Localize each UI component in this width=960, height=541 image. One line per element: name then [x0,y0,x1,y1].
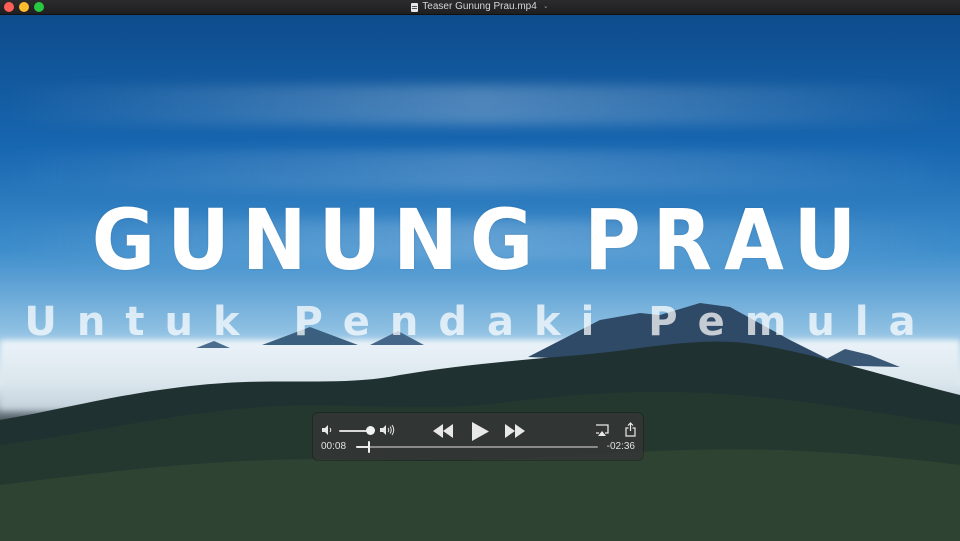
fast-forward-icon [505,424,525,438]
airplay-button[interactable] [595,424,609,437]
timeline-playhead[interactable] [367,441,370,453]
timeline-progress [356,446,369,448]
rewind-button[interactable] [433,424,453,438]
video-subtitle-overlay: Untuk Pendaki Pemula [24,299,936,345]
playback-controls: 00:08 -02:36 [313,413,643,460]
airplay-icon [596,424,609,436]
window-title-group[interactable]: Teaser Gunung Prau.mp4 ⌄ [0,0,960,14]
window-titlebar: Teaser Gunung Prau.mp4 ⌄ [0,0,960,15]
document-icon [411,2,419,12]
play-button[interactable] [471,422,489,441]
chevron-down-icon[interactable]: ⌄ [543,0,549,14]
window-title: Teaser Gunung Prau.mp4 [422,1,537,12]
play-icon [472,422,489,441]
video-frame[interactable]: GUNUNG PRAU Untuk Pendaki Pemula [0,15,960,541]
video-title-overlay: GUNUNG PRAU [91,191,869,289]
speaker-low-icon[interactable] [321,424,333,436]
elapsed-time: 00:08 [321,441,347,452]
timeline-scrubber[interactable] [356,441,598,453]
rewind-icon [433,424,453,438]
volume-slider-knob[interactable] [366,426,375,435]
remaining-time: -02:36 [606,441,635,452]
share-icon [625,422,636,437]
fast-forward-button[interactable] [505,424,525,438]
speaker-high-icon[interactable] [379,424,395,436]
share-button[interactable] [625,422,636,437]
